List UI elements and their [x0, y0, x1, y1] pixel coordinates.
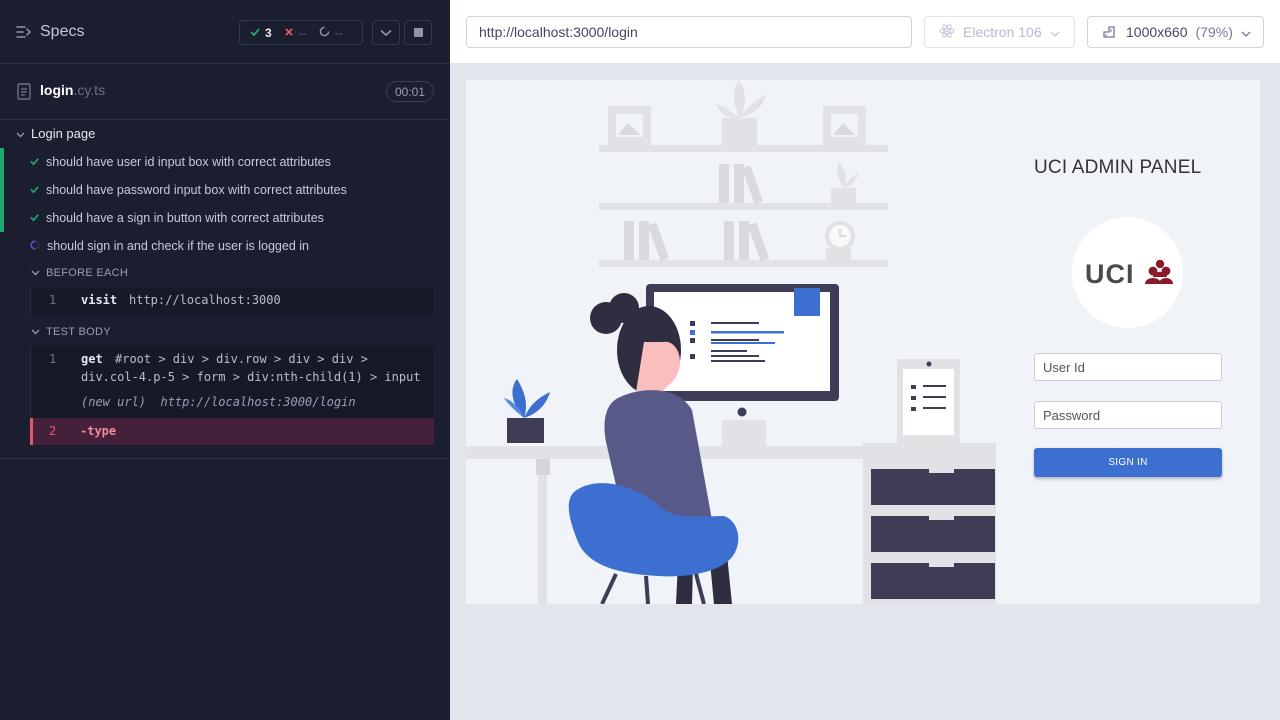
spec-duration: 00:01 [386, 81, 434, 102]
check-icon [30, 183, 39, 197]
test-item[interactable]: should have password input box with corr… [0, 176, 450, 204]
suite-title-label: Login page [31, 126, 96, 141]
passed-indicator [0, 148, 4, 176]
users-icon [1144, 259, 1173, 284]
command-name: visit [81, 293, 118, 307]
divider [0, 458, 450, 459]
test-stats: 3 -- -- [239, 20, 363, 45]
viewport-size: 1000x660 [1126, 24, 1188, 40]
spec-file-base: login [40, 82, 74, 98]
command-message: http://localhost:3000 [129, 293, 281, 307]
command-selector-line1: #root > div > div.row > div > div > [115, 352, 368, 366]
pending-count: -- [334, 25, 343, 40]
test-title: should have a sign in button with correc… [46, 211, 324, 225]
specs-toggle-button[interactable]: Specs [16, 20, 84, 44]
check-icon [30, 155, 39, 169]
check-icon [250, 26, 260, 40]
viewport-info[interactable]: 1000x660 (79%) [1087, 16, 1264, 48]
running-spinner-icon [30, 239, 40, 253]
ruler-icon [1102, 23, 1118, 42]
new-url-label: (new url) [81, 395, 147, 409]
password-input[interactable] [1034, 401, 1222, 429]
test-body-title[interactable]: TEST BODY [31, 326, 111, 338]
url-bar[interactable]: http://localhost:3000/login [466, 16, 912, 48]
specs-list-icon [16, 25, 32, 39]
passed-indicator [0, 176, 4, 204]
electron-icon [939, 23, 955, 42]
command-selector-line2: div.col-4.p-5 > form > div:nth-child(1) … [81, 370, 421, 384]
new-url-event: (new url) http://localhost:3000/login [81, 395, 356, 409]
chevron-down-icon [1050, 24, 1060, 40]
failed-stat: -- [284, 26, 307, 40]
reporter-header: Specs 3 -- -- [0, 0, 450, 64]
url-text: http://localhost:3000/login [479, 24, 638, 40]
failed-count: -- [298, 25, 307, 40]
document-icon [17, 83, 31, 105]
office-illustration [466, 80, 996, 604]
app-frame: UCI ADMIN PANEL UCI SIGN IN [466, 80, 1260, 604]
chevron-down-icon [31, 267, 40, 279]
chevron-down-icon [31, 326, 40, 338]
before-each-hook-title[interactable]: BEFORE EACH [31, 267, 128, 279]
spec-file-ext: .cy.ts [73, 82, 106, 98]
viewport-scale: (79%) [1195, 24, 1233, 40]
before-each-label: BEFORE EACH [46, 267, 129, 279]
aut-header: http://localhost:3000/login Electron 106… [450, 0, 1280, 64]
reporter-panel: Specs 3 -- -- login.cy.ts 00:01 Login pa… [0, 0, 450, 720]
uci-logo: UCI [1072, 217, 1183, 328]
command-visit[interactable]: 1 visit http://localhost:3000 [30, 287, 434, 315]
command-type-failed[interactable]: 2 -type [30, 418, 434, 445]
command-number: 1 [49, 293, 57, 307]
pending-stat: -- [319, 26, 343, 40]
x-icon [284, 26, 294, 40]
admin-panel-title: UCI ADMIN PANEL [1034, 157, 1202, 178]
passed-count: 3 [265, 25, 272, 40]
pending-spinner-icon [319, 26, 330, 40]
logo-text: UCI [1085, 259, 1135, 289]
test-body-label: TEST BODY [46, 326, 111, 338]
spec-file-name[interactable]: login.cy.ts [40, 82, 105, 98]
auto-scroll-toggle-button[interactable] [372, 20, 400, 45]
command-number: 1 [49, 352, 57, 366]
sign-in-button[interactable]: SIGN IN [1034, 448, 1222, 477]
test-title: should sign in and check if the user is … [47, 239, 309, 253]
test-item[interactable]: should have user id input box with corre… [0, 148, 450, 176]
browser-selector[interactable]: Electron 106 [924, 16, 1075, 48]
command-number: 2 [49, 424, 57, 438]
user-id-input[interactable] [1034, 353, 1222, 381]
check-icon [30, 211, 39, 225]
test-item[interactable]: should have a sign in button with correc… [0, 204, 450, 232]
passed-stat: 3 [250, 26, 272, 40]
suite-title[interactable]: Login page [16, 126, 95, 141]
new-url-value: http://localhost:3000/login [160, 395, 356, 409]
stop-icon [413, 28, 423, 37]
test-title: should have password input box with corr… [46, 183, 347, 197]
passed-indicator [0, 204, 4, 232]
chevron-down-icon [1241, 24, 1251, 40]
chevron-down-icon [16, 126, 25, 141]
test-title: should have user id input box with corre… [46, 155, 331, 169]
command-get[interactable]: 1 get #root > div > div.row > div > div … [30, 346, 434, 418]
stop-button[interactable] [404, 20, 432, 45]
specs-label: Specs [40, 23, 85, 40]
command-name: get [81, 352, 103, 366]
command-name: -type [80, 424, 117, 438]
browser-name: Electron 106 [963, 24, 1042, 40]
test-item-running[interactable]: should sign in and check if the user is … [0, 232, 450, 260]
chevron-down-icon [380, 24, 392, 42]
